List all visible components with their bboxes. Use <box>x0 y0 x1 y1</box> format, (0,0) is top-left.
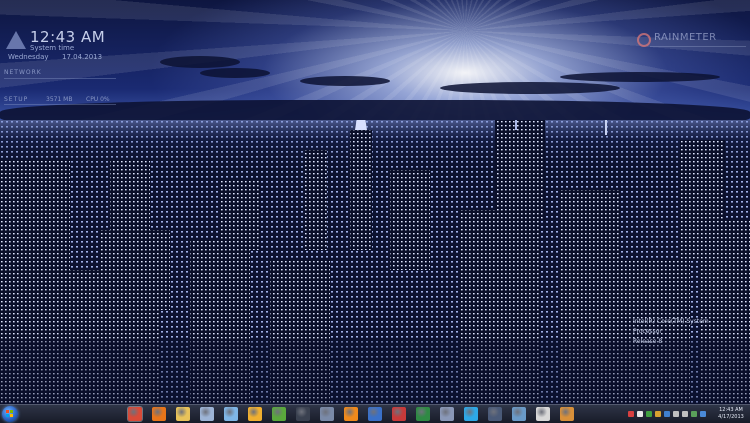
cloud <box>300 76 390 86</box>
keyboard-taskbar-icon[interactable] <box>488 407 502 421</box>
tray-clock[interactable]: 12:43 AM 4/17/2013 <box>716 407 746 421</box>
clock-day: Wednesday <box>8 53 49 61</box>
chrome-taskbar-icon[interactable] <box>128 407 142 421</box>
cloud <box>200 68 270 78</box>
tray-icon[interactable] <box>700 411 706 417</box>
tray-icon[interactable] <box>691 411 697 417</box>
tray-icon[interactable] <box>673 411 679 417</box>
setup-label: SETUP <box>4 96 29 103</box>
chip-taskbar-icon[interactable] <box>536 407 550 421</box>
explorer-taskbar-icon[interactable] <box>176 407 190 421</box>
skype-taskbar-icon[interactable] <box>464 407 478 421</box>
tray-icon[interactable] <box>682 411 688 417</box>
windows-flag-icon <box>6 410 14 418</box>
clock-subtitle: System time <box>30 44 75 52</box>
clock-logo-icon <box>6 31 26 49</box>
mail-taskbar-icon[interactable] <box>368 407 382 421</box>
clock-date: 17.04.2013 <box>62 53 103 61</box>
city-skyline <box>0 120 750 404</box>
taskbar: 12:43 AM 4/17/2013 <box>0 404 750 423</box>
computer-taskbar-icon[interactable] <box>440 407 454 421</box>
tray-icon[interactable] <box>655 411 661 417</box>
rainmeter-text: RAINMETER <box>654 32 717 43</box>
tray-time: 12:43 AM <box>719 407 743 413</box>
ring-icon <box>637 33 651 47</box>
tray-icon[interactable] <box>628 411 634 417</box>
steam-taskbar-icon[interactable] <box>296 407 310 421</box>
tray-icon[interactable] <box>664 411 670 417</box>
network-taskbar-icon[interactable] <box>512 407 526 421</box>
cpu-value: CPU 0% <box>86 96 110 103</box>
cloud <box>160 56 240 68</box>
tray-date: 4/17/2013 <box>718 414 744 420</box>
network-divider <box>4 78 116 79</box>
network-label: NETWORK <box>4 69 42 76</box>
info-line: Release 8 <box>633 338 663 345</box>
notepad-taskbar-icon[interactable] <box>224 407 238 421</box>
vlc-taskbar-icon[interactable] <box>344 407 358 421</box>
paint-taskbar-icon[interactable] <box>560 407 574 421</box>
tray-icon[interactable] <box>637 411 643 417</box>
tools-taskbar-icon[interactable] <box>392 407 406 421</box>
winamp-taskbar-icon[interactable] <box>248 407 262 421</box>
firefox-taskbar-icon[interactable] <box>152 407 166 421</box>
system-info-widget: Intel(R) Core(TM) System Processor Relea… <box>633 318 745 350</box>
cloud <box>440 82 620 94</box>
utorrent-taskbar-icon[interactable] <box>272 407 286 421</box>
drop-taskbar-icon[interactable] <box>320 407 334 421</box>
rainmeter-divider <box>650 46 746 47</box>
info-line: Intel(R) Core(TM) System <box>633 318 709 325</box>
system-divider <box>4 104 116 105</box>
info-line: Processor <box>633 328 662 335</box>
memory-value: 3571 MB <box>46 96 73 103</box>
excel-taskbar-icon[interactable] <box>416 407 430 421</box>
tray-icon[interactable] <box>646 411 652 417</box>
media-player-taskbar-icon[interactable] <box>200 407 214 421</box>
cloud <box>560 72 720 82</box>
start-button[interactable] <box>2 406 18 422</box>
